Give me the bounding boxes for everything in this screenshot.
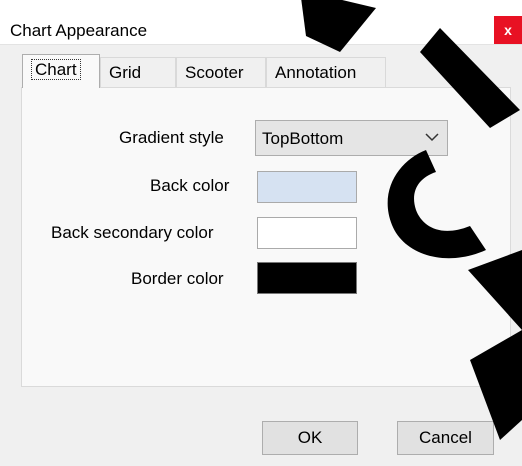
tab-chart-label: Chart xyxy=(31,59,81,80)
tab-chart[interactable]: Chart xyxy=(22,54,100,88)
